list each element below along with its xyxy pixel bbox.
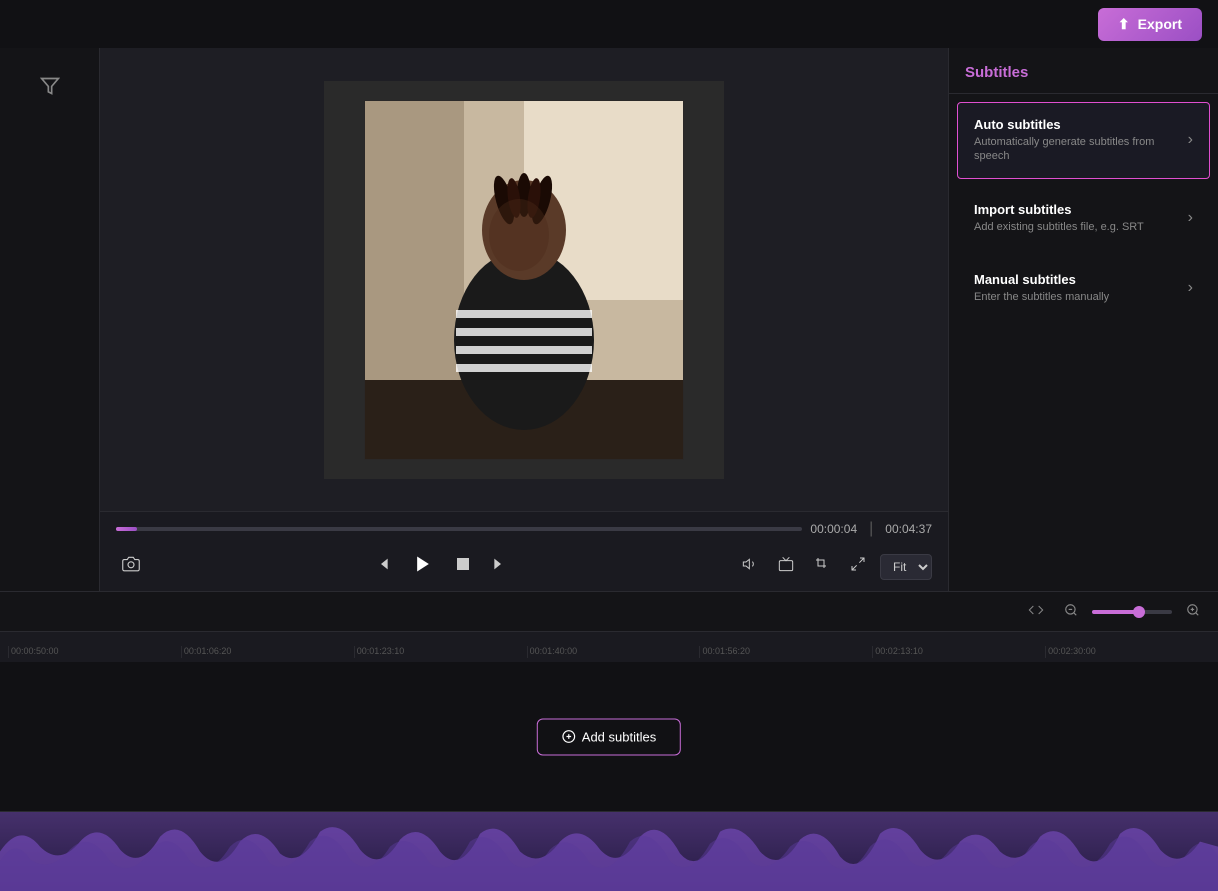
total-time: 00:04:37 <box>885 522 932 536</box>
auto-subtitles-desc: Automatically generate subtitles from sp… <box>974 135 1188 164</box>
manual-subtitles-desc: Enter the subtitles manually <box>974 290 1188 304</box>
ruler-mark-3: 00:01:40:00 <box>527 646 700 658</box>
panel-title: Subtitles <box>949 64 1218 94</box>
current-time: 00:00:04 <box>810 522 857 536</box>
import-subtitles-option[interactable]: Import subtitles Add existing subtitles … <box>957 187 1210 249</box>
auto-subtitles-option[interactable]: Auto subtitles Automatically generate su… <box>957 102 1210 179</box>
manual-subtitles-text: Manual subtitles Enter the subtitles man… <box>974 272 1188 304</box>
manual-subtitles-option[interactable]: Manual subtitles Enter the subtitles man… <box>957 257 1210 319</box>
stop-icon <box>455 556 471 572</box>
auto-subtitles-text: Auto subtitles Automatically generate su… <box>974 117 1188 164</box>
manual-subtitles-title: Manual subtitles <box>974 272 1188 287</box>
camera-icon <box>122 555 140 573</box>
top-bar: ⬆ Export <box>0 0 1218 48</box>
progress-bar[interactable] <box>116 527 802 531</box>
filter-button[interactable] <box>32 68 68 109</box>
zoom-out-button[interactable] <box>1058 599 1084 624</box>
volume-button[interactable] <box>736 552 764 581</box>
code-icon <box>1028 602 1044 618</box>
left-sidebar <box>0 48 100 591</box>
ruler-mark-0: 00:00:50:00 <box>8 646 181 658</box>
zoom-out-icon <box>1064 603 1078 617</box>
import-subtitles-text: Import subtitles Add existing subtitles … <box>974 202 1188 234</box>
stop-button[interactable] <box>449 552 477 581</box>
fullscreen-button[interactable] <box>844 552 872 581</box>
buttons-row: Fit <box>116 550 932 583</box>
timeline-area: 00:00:50:00 00:01:06:20 00:01:23:10 00:0… <box>0 591 1218 891</box>
ruler-mark-1: 00:01:06:20 <box>181 646 354 658</box>
controls-bar: 00:00:04 | 00:04:37 <box>100 511 948 591</box>
forward-icon <box>491 556 507 572</box>
filter-icon <box>40 76 60 96</box>
captions-icon <box>778 556 794 572</box>
forward-button[interactable] <box>485 552 513 581</box>
rewind-button[interactable] <box>369 552 397 581</box>
progress-fill <box>116 527 137 531</box>
zoom-in-icon <box>1186 603 1200 617</box>
add-subtitles-container: Add subtitles <box>537 718 681 755</box>
import-subtitles-chevron: › <box>1188 209 1193 227</box>
preview-area: 00:00:04 | 00:04:37 <box>100 48 948 591</box>
timeline-toolbar <box>0 592 1218 632</box>
zoom-in-button[interactable] <box>1180 599 1206 624</box>
export-label: Export <box>1138 16 1182 32</box>
ruler-mark-2: 00:01:23:10 <box>354 646 527 658</box>
captions-button[interactable] <box>772 552 800 581</box>
export-button[interactable]: ⬆ Export <box>1098 8 1202 41</box>
waveform-svg <box>0 812 1218 891</box>
export-icon: ⬆ <box>1118 16 1130 33</box>
video-thumbnail <box>364 100 684 460</box>
time-separator: | <box>869 520 873 538</box>
auto-subtitles-chevron: › <box>1188 131 1193 149</box>
manual-subtitles-chevron: › <box>1188 279 1193 297</box>
right-panel: Subtitles Auto subtitles Automatically g… <box>948 48 1218 591</box>
time-row: 00:00:04 | 00:04:37 <box>116 520 932 538</box>
ruler-mark-5: 00:02:13:10 <box>872 646 1045 658</box>
fit-select[interactable]: Fit <box>880 554 932 580</box>
right-controls: Fit <box>736 552 932 581</box>
ruler-marks: 00:00:50:00 00:01:06:20 00:01:23:10 00:0… <box>0 646 1218 658</box>
add-subtitles-label: Add subtitles <box>582 729 656 744</box>
play-icon <box>413 554 433 574</box>
left-controls <box>116 551 146 582</box>
ruler-mark-6: 00:02:30:00 <box>1045 646 1218 658</box>
volume-icon <box>742 556 758 572</box>
plus-circle-icon <box>562 730 576 744</box>
add-subtitles-button[interactable]: Add subtitles <box>537 718 681 755</box>
video-frame <box>324 81 724 479</box>
code-button[interactable] <box>1022 598 1050 625</box>
rewind-icon <box>375 556 391 572</box>
video-container <box>100 48 948 511</box>
center-controls <box>369 550 513 583</box>
crop-icon <box>814 556 830 572</box>
timeline-tracks: Add subtitles <box>0 662 1218 811</box>
main-area: 00:00:04 | 00:04:37 <box>0 48 1218 591</box>
screenshot-button[interactable] <box>116 551 146 582</box>
auto-subtitles-title: Auto subtitles <box>974 117 1188 132</box>
import-subtitles-desc: Add existing subtitles file, e.g. SRT <box>974 220 1188 234</box>
play-button[interactable] <box>405 550 441 583</box>
ruler-mark-4: 00:01:56:20 <box>699 646 872 658</box>
timeline-ruler: 00:00:50:00 00:01:06:20 00:01:23:10 00:0… <box>0 632 1218 662</box>
crop-button[interactable] <box>808 552 836 581</box>
waveform-area <box>0 811 1218 891</box>
fullscreen-icon <box>850 556 866 572</box>
import-subtitles-title: Import subtitles <box>974 202 1188 217</box>
zoom-slider[interactable] <box>1092 610 1172 614</box>
